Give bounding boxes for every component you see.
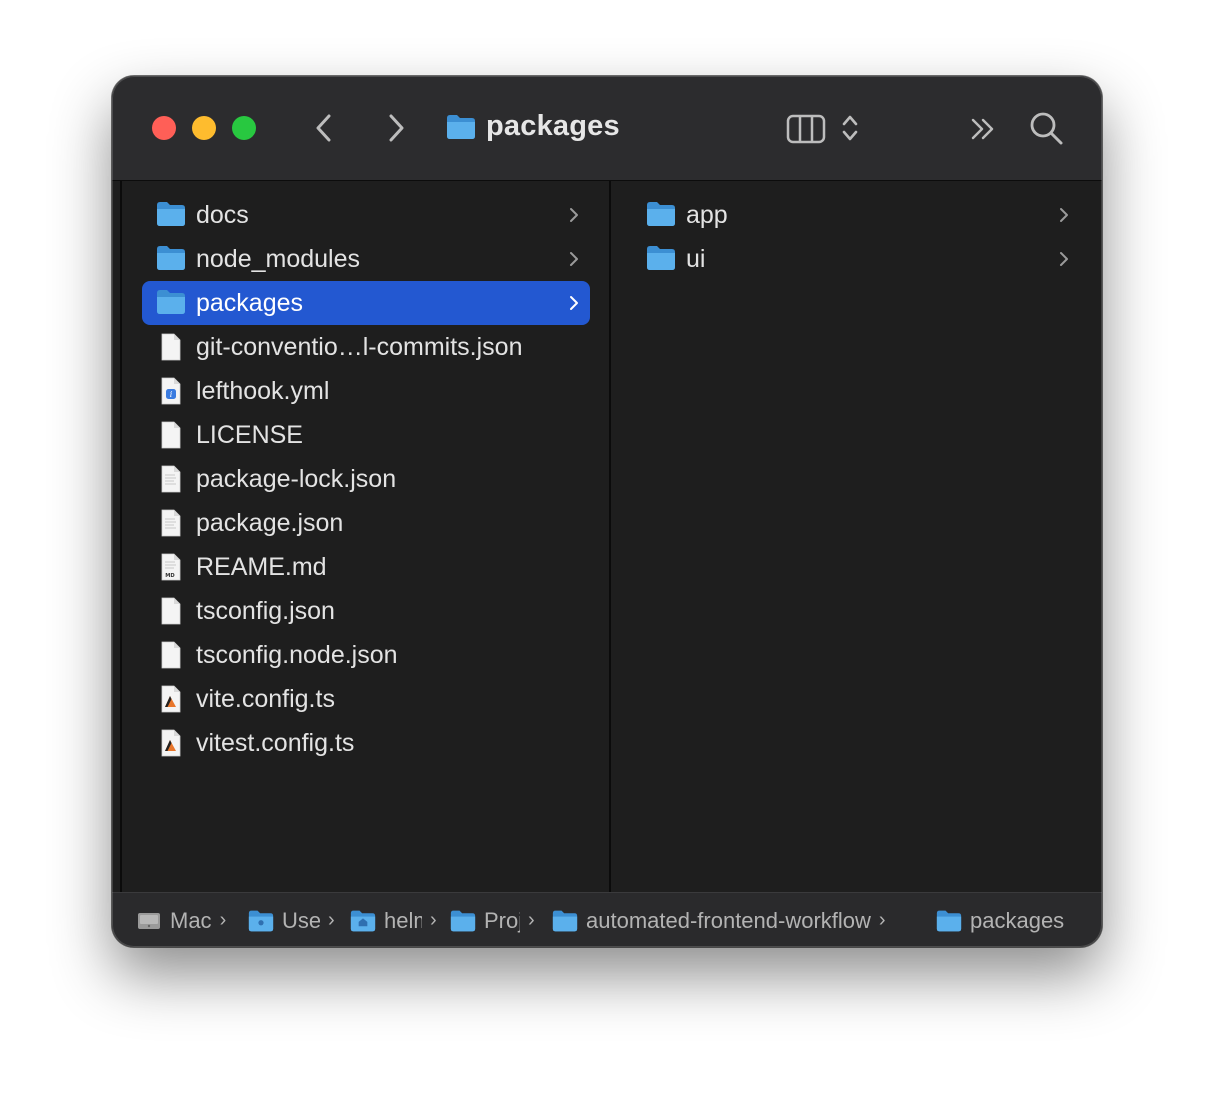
path-separator-icon: › bbox=[328, 909, 335, 931]
folder-icon bbox=[450, 910, 476, 931]
column-view-icon[interactable] bbox=[786, 114, 826, 144]
file-row[interactable]: ui bbox=[632, 237, 1080, 281]
file-row[interactable]: node_modules bbox=[142, 237, 590, 281]
chevron-right-icon bbox=[568, 207, 580, 223]
typescript-file-icon bbox=[156, 685, 186, 713]
file-name: ui bbox=[686, 245, 706, 273]
chevron-right-icon bbox=[1058, 207, 1070, 223]
file-name: LICENSE bbox=[196, 421, 303, 449]
file-name: docs bbox=[196, 201, 249, 229]
file-row[interactable]: i lefthook.yml bbox=[142, 369, 590, 413]
finder-window: packages docs node_modules packages git-con… bbox=[112, 76, 1102, 947]
file-row[interactable]: git-conventio…l-commits.json bbox=[142, 325, 590, 369]
file-name: vitest.config.ts bbox=[196, 729, 355, 757]
file-row[interactable]: LICENSE bbox=[142, 413, 590, 457]
folder-icon bbox=[936, 910, 962, 931]
view-options-chevron-icon[interactable] bbox=[840, 112, 860, 144]
yaml-file-icon: i bbox=[156, 377, 186, 405]
typescript-file-icon bbox=[156, 729, 186, 757]
path-crumb[interactable]: automated-frontend-workflow › bbox=[552, 893, 886, 947]
users-folder-icon bbox=[248, 910, 274, 931]
file-row[interactable]: vitest.config.ts bbox=[142, 721, 590, 765]
window-title: packages bbox=[486, 110, 620, 142]
document-icon bbox=[156, 597, 186, 625]
document-icon bbox=[156, 333, 186, 361]
file-row[interactable]: tsconfig.json bbox=[142, 589, 590, 633]
file-name: tsconfig.json bbox=[196, 597, 335, 625]
path-crumb-label: automated-frontend-workflow bbox=[586, 907, 871, 933]
markdown-file-icon: MD bbox=[156, 553, 186, 581]
document-icon bbox=[156, 421, 186, 449]
home-folder-icon bbox=[350, 910, 376, 931]
text-file-icon bbox=[156, 465, 186, 493]
file-name: package-lock.json bbox=[196, 465, 397, 493]
folder-icon bbox=[447, 115, 475, 139]
search-icon[interactable] bbox=[1028, 110, 1064, 146]
file-name: git-conventio…l-commits.json bbox=[196, 333, 523, 361]
path-crumb[interactable]: helmut › bbox=[350, 893, 437, 947]
minimize-button[interactable] bbox=[192, 116, 216, 140]
file-name: tsconfig.node.json bbox=[196, 641, 398, 669]
back-button[interactable] bbox=[312, 110, 336, 146]
toolbar: packages bbox=[112, 76, 1102, 181]
folder-icon bbox=[156, 201, 186, 229]
path-crumb-label: Users bbox=[282, 907, 320, 933]
file-name: lefthook.yml bbox=[196, 377, 330, 405]
zoom-button[interactable] bbox=[232, 116, 256, 140]
path-separator-icon: › bbox=[430, 909, 437, 931]
file-name: REAME.md bbox=[196, 553, 327, 581]
path-crumb[interactable]: packages bbox=[936, 893, 1064, 947]
path-crumb-label: helmut bbox=[384, 907, 422, 933]
file-name: packages bbox=[196, 289, 304, 317]
path-crumb-label: Mac bbox=[170, 907, 212, 933]
folder-icon bbox=[646, 245, 676, 273]
path-crumb-label: packages bbox=[970, 907, 1065, 933]
forward-button[interactable] bbox=[384, 110, 408, 146]
path-crumb-label: Projects bbox=[484, 907, 520, 933]
chevron-right-icon bbox=[1058, 251, 1070, 267]
file-row[interactable]: packages bbox=[142, 281, 590, 325]
file-name: package.json bbox=[196, 509, 344, 537]
chevron-right-icon bbox=[568, 251, 580, 267]
folder-icon bbox=[552, 910, 578, 931]
file-name: node_modules bbox=[196, 245, 361, 273]
file-name: app bbox=[686, 201, 728, 229]
path-bar: Mac›Users›helmut›Projects›automated-fron… bbox=[112, 892, 1102, 947]
svg-text:i: i bbox=[170, 390, 173, 399]
path-separator-icon: › bbox=[528, 909, 535, 931]
path-crumb[interactable]: Users › bbox=[248, 893, 335, 947]
file-row[interactable]: MD REAME.md bbox=[142, 545, 590, 589]
path-separator-icon: › bbox=[878, 909, 886, 931]
column-divider[interactable] bbox=[609, 181, 611, 892]
svg-text:MD: MD bbox=[165, 573, 175, 579]
path-crumb[interactable]: Mac › bbox=[136, 893, 226, 947]
folder-icon bbox=[156, 245, 186, 273]
file-row[interactable]: package.json bbox=[142, 501, 590, 545]
file-name: vite.config.ts bbox=[196, 685, 335, 713]
document-icon bbox=[156, 641, 186, 669]
column-edge bbox=[120, 181, 122, 892]
toolbar-overflow-icon[interactable] bbox=[968, 114, 1000, 144]
disk-icon bbox=[138, 912, 160, 929]
file-row[interactable]: package-lock.json bbox=[142, 457, 590, 501]
folder-icon bbox=[646, 201, 676, 229]
path-crumb[interactable]: Projects › bbox=[450, 893, 535, 947]
column-browser: docs node_modules packages git-conventio…l-… bbox=[112, 181, 1102, 892]
text-file-icon bbox=[156, 509, 186, 537]
chevron-right-icon bbox=[568, 295, 580, 311]
file-row[interactable]: app bbox=[632, 193, 1080, 237]
file-row[interactable]: tsconfig.node.json bbox=[142, 633, 590, 677]
path-separator-icon: › bbox=[219, 909, 227, 931]
close-button[interactable] bbox=[152, 116, 176, 140]
folder-icon bbox=[156, 289, 186, 317]
file-row[interactable]: vite.config.ts bbox=[142, 677, 590, 721]
file-row[interactable]: docs bbox=[142, 193, 590, 237]
